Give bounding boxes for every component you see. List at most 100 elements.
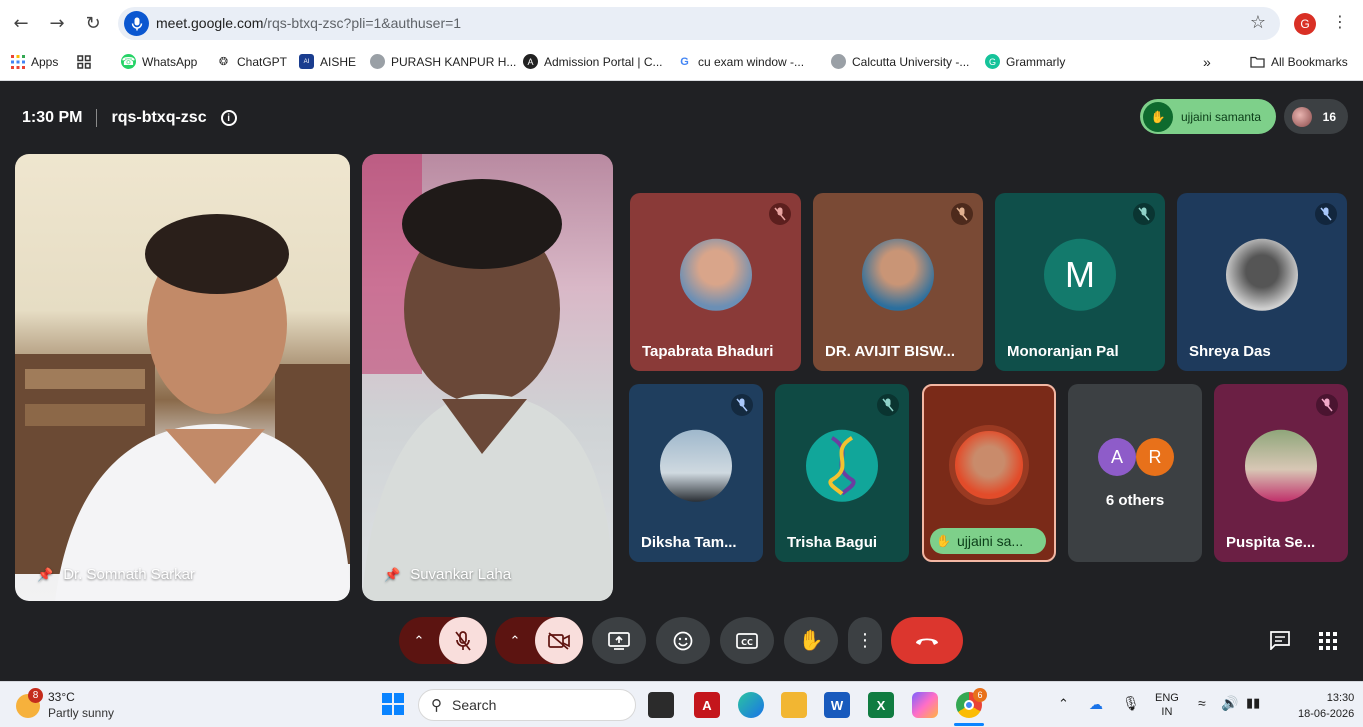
present-screen-button[interactable] bbox=[592, 617, 646, 664]
reactions-button[interactable] bbox=[656, 617, 710, 664]
copilot-icon[interactable] bbox=[912, 692, 938, 718]
participant-name: Diksha Tam... bbox=[641, 534, 737, 551]
bookmark-chatgpt[interactable]: ❂ ChatGPT bbox=[216, 54, 287, 69]
participant-avatar bbox=[679, 238, 752, 311]
all-bookmarks-button[interactable]: All Bookmarks bbox=[1250, 54, 1348, 69]
tray-chevron-icon[interactable]: ⌃ bbox=[1058, 696, 1069, 712]
participant-tile[interactable]: Shreya Das bbox=[1177, 193, 1347, 371]
participant-tile[interactable]: Diksha Tam... bbox=[629, 384, 763, 562]
bookmark-purash-kanpur[interactable]: PURASH KANPUR H... bbox=[370, 54, 516, 69]
windows-start-icon[interactable] bbox=[382, 693, 404, 720]
bookmark-label: All Bookmarks bbox=[1271, 54, 1348, 69]
meeting-details: 1:30 PM rqs-btxq-zsc i bbox=[22, 109, 237, 127]
meeting-time: 1:30 PM bbox=[22, 109, 83, 126]
dna-icon bbox=[828, 436, 856, 496]
address-bar[interactable]: meet.google.com/rqs-btxq-zsc?pli=1&authu… bbox=[118, 7, 1280, 40]
participant-tile[interactable]: Puspita Se... bbox=[1214, 384, 1348, 562]
forward-arrow-icon[interactable]: → bbox=[45, 11, 69, 35]
bookmark-star-icon[interactable]: ☆ bbox=[1250, 12, 1266, 33]
participant-tile[interactable]: Trisha Bagui bbox=[775, 384, 909, 562]
mic-off-icon bbox=[951, 203, 973, 225]
others-label: 6 others bbox=[1105, 492, 1165, 509]
bookmark-aishe[interactable]: AI AISHE bbox=[299, 54, 356, 69]
bookmark-grammarly[interactable]: G Grammarly bbox=[985, 54, 1065, 69]
admission-icon: A bbox=[523, 54, 538, 69]
participant-tile[interactable]: Tapabrata Bhaduri bbox=[630, 193, 801, 371]
meet-call-area: 1:30 PM rqs-btxq-zsc i ✋ ujjaini samanta… bbox=[0, 81, 1363, 681]
chrome-badge: 6 bbox=[973, 688, 987, 702]
chrome-center bbox=[964, 700, 974, 710]
bookmark-label: ChatGPT bbox=[237, 54, 288, 69]
mic-off-icon bbox=[1133, 203, 1155, 225]
back-arrow-icon[interactable]: ← bbox=[9, 11, 33, 35]
chat-icon[interactable] bbox=[1269, 630, 1291, 655]
pinned-video-tile[interactable]: 📌 Suvankar Laha bbox=[362, 154, 613, 601]
weather-condition: Partly sunny bbox=[48, 706, 115, 720]
bookmark-cu-exam-window[interactable]: G cu exam window -... bbox=[677, 54, 804, 69]
mic-off-icon bbox=[877, 394, 899, 416]
edge-icon[interactable] bbox=[738, 692, 764, 718]
excel-icon[interactable]: X bbox=[868, 692, 894, 718]
reload-icon[interactable]: ↻ bbox=[81, 11, 105, 35]
participant-avatar bbox=[949, 425, 1029, 505]
acrobat-icon[interactable]: A bbox=[694, 692, 720, 718]
taskbar-search-box[interactable]: ⚲ Search bbox=[418, 689, 636, 721]
mic-site-icon[interactable] bbox=[124, 11, 149, 36]
whatsapp-icon: ☎ bbox=[121, 54, 136, 69]
profile-avatar[interactable]: G bbox=[1294, 13, 1316, 35]
raise-hand-button[interactable]: ✋ bbox=[784, 617, 838, 664]
pinned-video-tile[interactable]: 📌 Dr. Somnath Sarkar bbox=[15, 154, 350, 601]
browser-menu-icon[interactable]: ⋮ bbox=[1332, 12, 1348, 31]
mic-off-icon bbox=[731, 394, 753, 416]
participant-tile-speaking[interactable]: ✋ ujjaini sa... bbox=[922, 384, 1056, 562]
bookmark-label: PURASH KANPUR H... bbox=[391, 54, 517, 69]
language-indicator[interactable]: ENG IN bbox=[1155, 691, 1179, 719]
word-icon[interactable]: W bbox=[824, 692, 850, 718]
bookmark-grid[interactable] bbox=[76, 54, 91, 69]
bookmark-calcutta-university[interactable]: Calcutta University -... bbox=[831, 54, 969, 69]
camera-options-chevron-icon[interactable]: ⌃ bbox=[495, 617, 535, 664]
raised-hand-chip[interactable]: ✋ ujjaini samanta bbox=[1140, 99, 1276, 134]
bookmark-apps[interactable]: Apps bbox=[10, 54, 58, 69]
camera-toggle-button[interactable] bbox=[535, 617, 583, 664]
onedrive-icon[interactable]: ☁ bbox=[1089, 696, 1103, 713]
participant-name: Trisha Bagui bbox=[787, 534, 878, 551]
mic-options-chevron-icon[interactable]: ⌃ bbox=[399, 617, 439, 664]
captions-button[interactable]: CC bbox=[720, 617, 774, 664]
others-avatar-a: A bbox=[1098, 438, 1136, 476]
mic-off-icon bbox=[769, 203, 791, 225]
participant-video-frame bbox=[362, 154, 613, 601]
clock[interactable]: 13:30 18-06-2026 bbox=[1298, 690, 1354, 722]
others-tile[interactable]: A R 6 others bbox=[1068, 384, 1202, 562]
apps-grid-icon bbox=[10, 54, 25, 69]
wifi-icon[interactable]: ≈ bbox=[1198, 695, 1206, 711]
info-icon[interactable]: i bbox=[220, 110, 237, 126]
svg-text:CC: CC bbox=[741, 638, 753, 647]
microphone-tray-icon[interactable]: 🎙 bbox=[1122, 695, 1140, 712]
participant-tile[interactable]: DR. AVIJIT BISW... bbox=[813, 193, 983, 371]
raised-hand-name: ujjaini samanta bbox=[1181, 109, 1262, 124]
raised-hand-icon: ✋ bbox=[936, 534, 951, 548]
bookmark-admission-portal[interactable]: A Admission Portal | C... bbox=[523, 54, 663, 69]
url-text[interactable]: meet.google.com/rqs-btxq-zsc?pli=1&authu… bbox=[156, 15, 461, 31]
activities-icon[interactable] bbox=[1318, 631, 1338, 656]
file-explorer-icon[interactable] bbox=[781, 692, 807, 718]
mic-toggle-button[interactable] bbox=[439, 617, 487, 664]
bookmark-whatsapp[interactable]: ☎ WhatsApp bbox=[121, 54, 197, 69]
windows-taskbar: 8 33°C Partly sunny ⚲ Search A W X 6 ⌃ ☁… bbox=[0, 681, 1363, 727]
more-bookmarks-button[interactable]: » bbox=[1203, 54, 1211, 70]
task-view-icon[interactable] bbox=[648, 692, 674, 718]
captions-icon: CC bbox=[736, 632, 758, 649]
url-host: meet.google.com bbox=[156, 15, 264, 31]
leave-call-button[interactable] bbox=[891, 617, 963, 664]
camera-control-group: ⌃ bbox=[495, 617, 583, 664]
participant-avatar bbox=[660, 429, 732, 502]
participants-avatar bbox=[1292, 107, 1312, 127]
bookmark-label: Grammarly bbox=[1006, 54, 1066, 69]
participant-tile[interactable]: M Monoranjan Pal bbox=[995, 193, 1165, 371]
volume-icon[interactable]: 🔊 bbox=[1221, 695, 1238, 712]
battery-icon[interactable]: ▮▮ bbox=[1246, 695, 1260, 711]
more-options-button[interactable]: ⋮ bbox=[848, 617, 882, 664]
people-button[interactable]: 16 bbox=[1284, 99, 1348, 134]
more-vert-icon: ⋮ bbox=[856, 630, 874, 651]
